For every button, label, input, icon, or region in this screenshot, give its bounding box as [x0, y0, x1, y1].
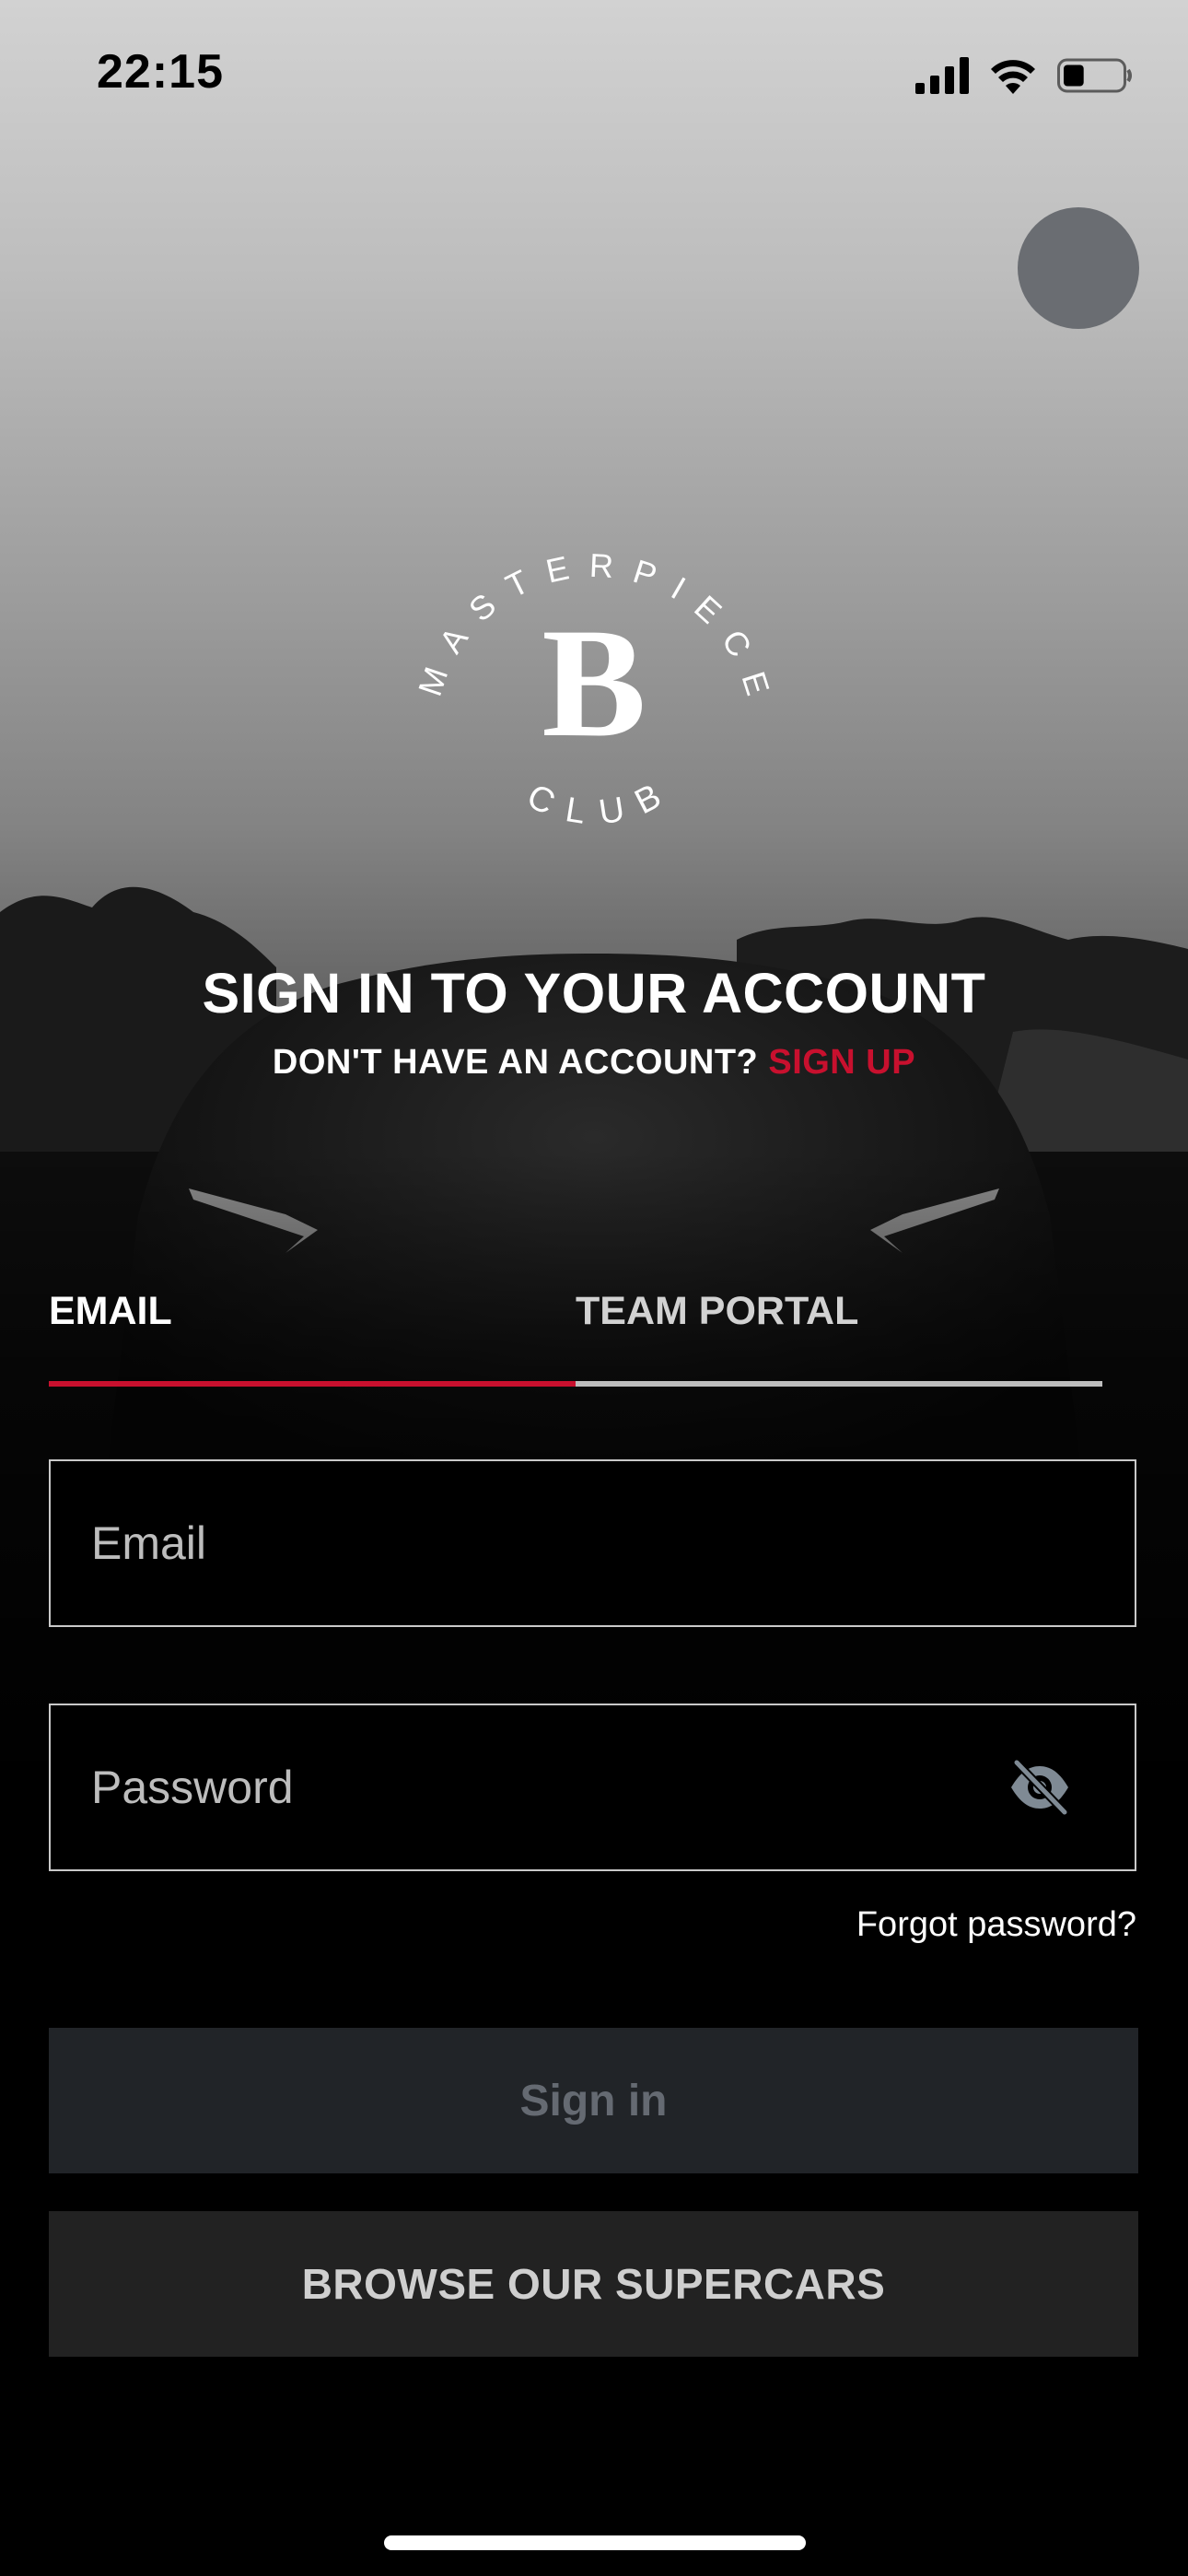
status-time: 22:15 [97, 45, 224, 99]
browse-supercars-button[interactable]: BROWSE OUR SUPERCARS [49, 2211, 1138, 2357]
password-field[interactable] [49, 1704, 1136, 1871]
signup-prompt-text: DON'T HAVE AN ACCOUNT? [272, 1043, 759, 1082]
tab-team-portal-label: TEAM PORTAL [576, 1289, 859, 1333]
masterpiece-club-logo: M A S T E R P I E C E C L U B B [411, 546, 776, 833]
signup-link[interactable]: SIGN UP [768, 1043, 915, 1082]
sign-in-screen: 22:15 M A S T E R P I E C E C L U B B SI… [0, 0, 1188, 2576]
page-title: SIGN IN TO YOUR ACCOUNT [202, 962, 986, 1025]
sign-in-button[interactable]: Sign in [49, 2028, 1138, 2173]
tab-email-label: EMAIL [49, 1289, 172, 1333]
logo-bottom-text: C L U B [521, 777, 668, 832]
signup-prompt: DON'T HAVE AN ACCOUNT? SIGN UP [0, 1043, 1188, 1083]
home-indicator [384, 2535, 806, 2550]
eye-slash-icon[interactable] [1007, 1759, 1072, 1816]
tab-email-underline [49, 1381, 576, 1387]
forgot-password-link[interactable]: Forgot password? [856, 1905, 1136, 1945]
logo-monogram: B [542, 596, 646, 769]
battery-level-fill [1064, 64, 1084, 87]
email-field[interactable] [49, 1459, 1136, 1627]
status-icons [915, 53, 1133, 98]
tab-email[interactable]: EMAIL [49, 1285, 576, 1387]
svg-text:C L U B: C L U B [521, 777, 668, 832]
tab-team-portal[interactable]: TEAM PORTAL [576, 1285, 1102, 1387]
password-input[interactable] [91, 1705, 1012, 1869]
cellular-signal-icon [915, 57, 969, 94]
wifi-icon [991, 60, 1035, 94]
battery-icon [1057, 58, 1132, 93]
profile-avatar-button[interactable] [1018, 207, 1139, 329]
login-tabs: EMAIL TEAM PORTAL [49, 1285, 1103, 1387]
email-input[interactable] [91, 1461, 1012, 1625]
status-bar: 22:15 [0, 0, 1188, 147]
tab-team-portal-underline [576, 1381, 1102, 1387]
